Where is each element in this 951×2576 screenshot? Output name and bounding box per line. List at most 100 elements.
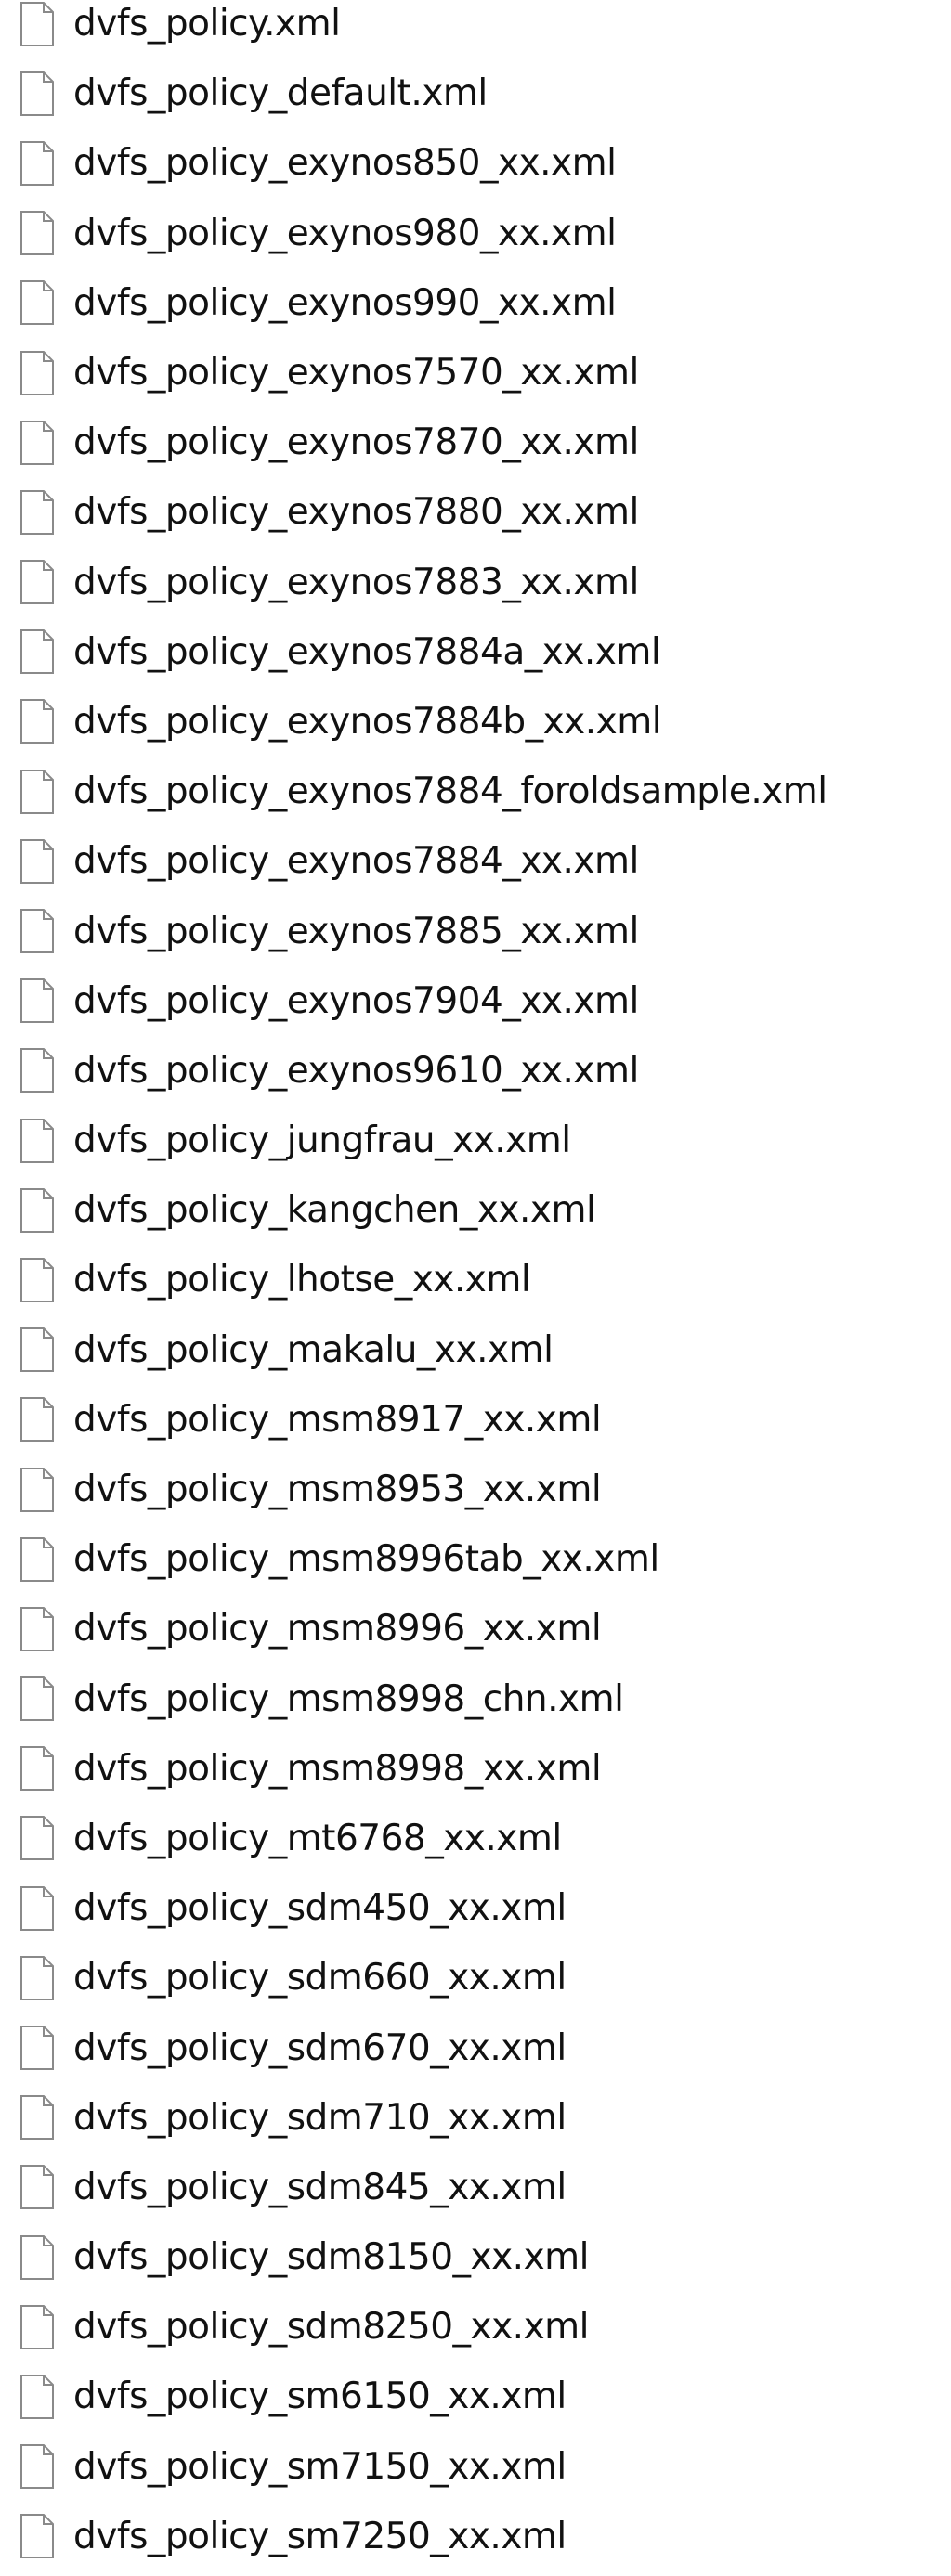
document-icon: [19, 1327, 56, 1373]
file-name[interactable]: dvfs_policy_sdm845_xx.xml: [73, 2169, 567, 2206]
document-icon: [19, 350, 56, 396]
file-name[interactable]: dvfs_policy_exynos7885_xx.xml: [73, 913, 639, 950]
file-row[interactable]: dvfs_policy_msm8917_xx.xml: [0, 1385, 951, 1455]
document-icon: [19, 977, 56, 1024]
file-row[interactable]: dvfs_policy_msm8996tab_xx.xml: [0, 1524, 951, 1594]
document-icon: [19, 279, 56, 326]
document-icon: [19, 1467, 56, 1513]
file-row[interactable]: dvfs_policy_exynos7884_foroldsample.xml: [0, 757, 951, 826]
document-icon: [19, 210, 56, 256]
file-row[interactable]: dvfs_policy_exynos7884a_xx.xml: [0, 617, 951, 687]
file-name[interactable]: dvfs_policy_exynos9610_xx.xml: [73, 1053, 639, 1089]
file-name[interactable]: dvfs_policy_sdm450_xx.xml: [73, 1890, 567, 1926]
file-name[interactable]: dvfs_policy_exynos7870_xx.xml: [73, 424, 639, 460]
document-icon: [19, 2094, 56, 2141]
file-row[interactable]: dvfs_policy_makalu_xx.xml: [0, 1315, 951, 1385]
file-row[interactable]: dvfs_policy_sdm8250_xx.xml: [0, 2292, 951, 2362]
file-name[interactable]: dvfs_policy_exynos850_xx.xml: [73, 145, 617, 181]
file-name[interactable]: dvfs_policy_exynos7883_xx.xml: [73, 564, 639, 601]
document-icon: [19, 1187, 56, 1234]
file-name[interactable]: dvfs_policy.xml: [73, 6, 341, 42]
document-icon: [19, 71, 56, 117]
file-row[interactable]: dvfs_policy_exynos990_xx.xml: [0, 268, 951, 338]
file-row[interactable]: dvfs_policy_msm8953_xx.xml: [0, 1455, 951, 1524]
file-name[interactable]: dvfs_policy_sm7150_xx.xml: [73, 2449, 567, 2485]
file-row[interactable]: dvfs_policy_sm7150_xx.xml: [0, 2432, 951, 2502]
file-row[interactable]: dvfs_policy_mt6768_xx.xml: [0, 1804, 951, 1873]
file-name[interactable]: dvfs_policy_mt6768_xx.xml: [73, 1820, 562, 1857]
document-icon: [19, 2164, 56, 2210]
file-name[interactable]: dvfs_policy_msm8996tab_xx.xml: [73, 1541, 659, 1577]
file-row[interactable]: dvfs_policy_sdm450_xx.xml: [0, 1873, 951, 1943]
document-icon: [19, 908, 56, 954]
file-row[interactable]: dvfs_policy_sm7250_xx.xml: [0, 2502, 951, 2571]
file-name[interactable]: dvfs_policy_exynos7904_xx.xml: [73, 983, 639, 1019]
document-icon: [19, 1, 56, 47]
file-name[interactable]: dvfs_policy_msm8998_chn.xml: [73, 1681, 624, 1717]
file-name[interactable]: dvfs_policy_exynos980_xx.xml: [73, 215, 617, 252]
file-row[interactable]: dvfs_policy_default.xml: [0, 58, 951, 128]
document-icon: [19, 1606, 56, 1652]
file-row[interactable]: dvfs_policy_exynos7904_xx.xml: [0, 966, 951, 1036]
file-row[interactable]: dvfs_policy_exynos7884b_xx.xml: [0, 687, 951, 757]
file-row[interactable]: dvfs_policy_exynos9610_xx.xml: [0, 1036, 951, 1106]
file-name[interactable]: dvfs_policy_exynos7884b_xx.xml: [73, 704, 662, 740]
file-name[interactable]: dvfs_policy_sm7250_xx.xml: [73, 2518, 567, 2555]
file-row[interactable]: dvfs_policy_sm6150_xx.xml: [0, 2362, 951, 2431]
file-name[interactable]: dvfs_policy_kangchen_xx.xml: [73, 1192, 596, 1228]
file-name[interactable]: dvfs_policy_default.xml: [73, 75, 488, 111]
file-row[interactable]: dvfs_policy.xml: [0, 0, 951, 58]
document-icon: [19, 1885, 56, 1932]
file-row[interactable]: dvfs_policy_sdm660_xx.xml: [0, 1943, 951, 2013]
file-name[interactable]: dvfs_policy_exynos7884_foroldsample.xml: [73, 773, 827, 809]
file-row[interactable]: dvfs_policy_exynos7570_xx.xml: [0, 338, 951, 408]
file-row[interactable]: dvfs_policy_sdm8150_xx.xml: [0, 2222, 951, 2292]
document-icon: [19, 1815, 56, 1861]
file-row[interactable]: dvfs_policy_sdm845_xx.xml: [0, 2153, 951, 2222]
file-name[interactable]: dvfs_policy_exynos7880_xx.xml: [73, 494, 639, 530]
file-row[interactable]: dvfs_policy_msm8998_chn.xml: [0, 1664, 951, 1734]
document-icon: [19, 1745, 56, 1792]
file-row[interactable]: dvfs_policy_exynos7883_xx.xml: [0, 548, 951, 617]
file-row[interactable]: dvfs_policy_exynos7885_xx.xml: [0, 896, 951, 965]
file-row[interactable]: dvfs_policy_lhotse_xx.xml: [0, 1245, 951, 1314]
file-name[interactable]: dvfs_policy_msm8917_xx.xml: [73, 1402, 602, 1438]
file-name[interactable]: dvfs_policy_msm8953_xx.xml: [73, 1471, 602, 1508]
file-name[interactable]: dvfs_policy_makalu_xx.xml: [73, 1332, 554, 1368]
file-name[interactable]: dvfs_policy_exynos7570_xx.xml: [73, 355, 639, 391]
file-row[interactable]: dvfs_policy_kangchen_xx.xml: [0, 1175, 951, 1245]
document-icon: [19, 2234, 56, 2281]
document-icon: [19, 1047, 56, 1094]
document-icon: [19, 698, 56, 744]
file-row[interactable]: dvfs_policy_exynos850_xx.xml: [0, 128, 951, 198]
file-name[interactable]: dvfs_policy_sdm710_xx.xml: [73, 2100, 567, 2136]
file-name[interactable]: dvfs_policy_exynos7884_xx.xml: [73, 843, 639, 879]
file-name[interactable]: dvfs_policy_jungfrau_xx.xml: [73, 1122, 571, 1159]
document-icon: [19, 2304, 56, 2350]
file-name[interactable]: dvfs_policy_exynos7884a_xx.xml: [73, 634, 661, 670]
file-row[interactable]: dvfs_policy_exynos7884_xx.xml: [0, 826, 951, 896]
file-row[interactable]: dvfs_policy_exynos7880_xx.xml: [0, 477, 951, 547]
file-name[interactable]: dvfs_policy_sdm660_xx.xml: [73, 1960, 567, 1996]
file-name[interactable]: dvfs_policy_exynos990_xx.xml: [73, 285, 617, 321]
file-name[interactable]: dvfs_policy_sdm670_xx.xml: [73, 2030, 567, 2066]
document-icon: [19, 1257, 56, 1303]
document-icon: [19, 489, 56, 536]
file-row[interactable]: dvfs_policy_exynos7870_xx.xml: [0, 408, 951, 477]
document-icon: [19, 1955, 56, 2001]
file-row[interactable]: dvfs_policy_jungfrau_xx.xml: [0, 1106, 951, 1175]
document-icon: [19, 420, 56, 466]
file-name[interactable]: dvfs_policy_sm6150_xx.xml: [73, 2378, 567, 2414]
file-row[interactable]: dvfs_policy_exynos980_xx.xml: [0, 199, 951, 268]
file-row[interactable]: dvfs_policy_msm8996_xx.xml: [0, 1594, 951, 1663]
file-name[interactable]: dvfs_policy_msm8998_xx.xml: [73, 1751, 602, 1787]
file-row[interactable]: dvfs_policy_sdm670_xx.xml: [0, 2013, 951, 2082]
file-name[interactable]: dvfs_policy_lhotse_xx.xml: [73, 1262, 531, 1298]
file-name[interactable]: dvfs_policy_sdm8150_xx.xml: [73, 2239, 589, 2275]
file-row[interactable]: dvfs_policy_msm8998_xx.xml: [0, 1734, 951, 1804]
file-name[interactable]: dvfs_policy_msm8996_xx.xml: [73, 1611, 602, 1647]
document-icon: [19, 2443, 56, 2490]
file-row[interactable]: dvfs_policy_sdm710_xx.xml: [0, 2083, 951, 2153]
file-name[interactable]: dvfs_policy_sdm8250_xx.xml: [73, 2309, 589, 2345]
document-icon: [19, 769, 56, 815]
